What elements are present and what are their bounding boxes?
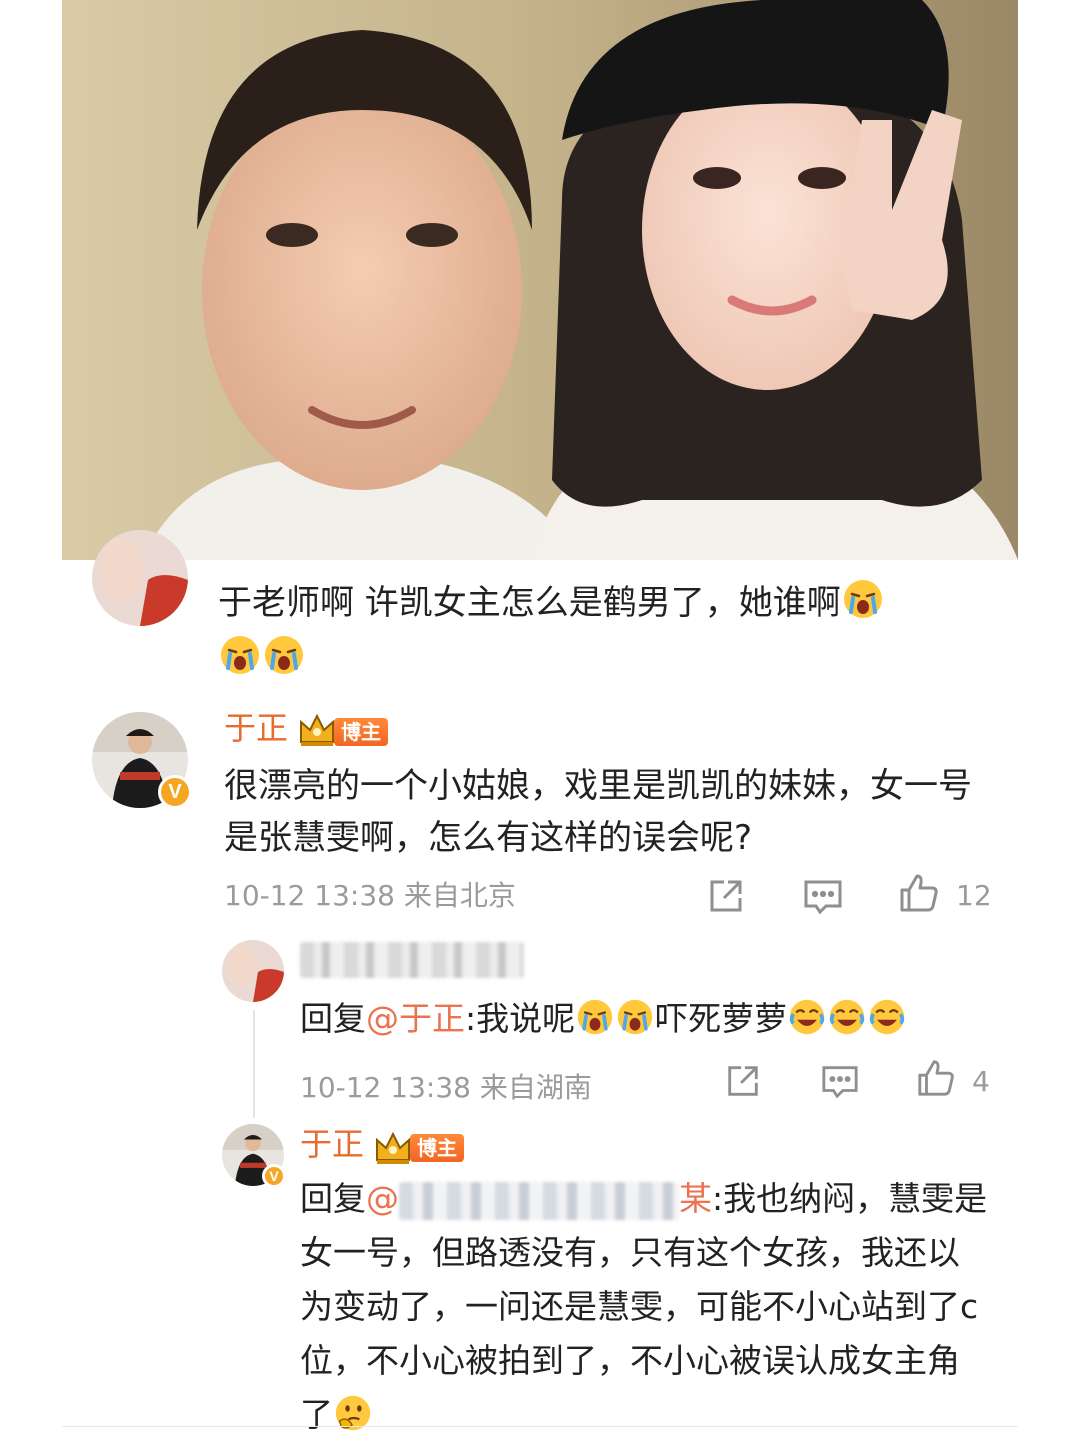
reply-1: 回复@于正:我说呢 吓死萝萝: [300, 995, 1000, 1049]
verified-icon: V: [262, 1164, 286, 1188]
share-icon[interactable]: [724, 1062, 762, 1104]
comment-1: 于老师啊 许凯女主怎么是鹤男了，她谁啊: [218, 578, 978, 690]
thread-line: [253, 1010, 255, 1118]
like-icon[interactable]: [898, 872, 940, 918]
laughing-crying-emoji: [868, 998, 906, 1049]
comment-2-like-count: 12: [956, 879, 992, 912]
blogger-username[interactable]: 于正: [300, 1126, 364, 1162]
mention-link[interactable]: @ 某: [366, 1179, 712, 1220]
reply-1-prefix: 回复: [300, 999, 366, 1038]
blogger-badge: 博主: [334, 718, 388, 746]
reply-1-meta: 10-12 13:38 来自湖南: [300, 1072, 592, 1104]
reply-2: 回复@ 某:我也纳闷，慧雯是女一号，但路透没有，只有这个女孩，我还以为变动了，一问…: [300, 1172, 990, 1435]
crying-emoji: [616, 998, 654, 1049]
reply-1-like-count: 4: [972, 1065, 990, 1098]
reply-1-text-a: :我说呢: [465, 999, 576, 1038]
mention-tail: 某: [679, 1179, 712, 1218]
mention-link[interactable]: @于正: [366, 999, 465, 1038]
crying-emoji: [842, 578, 884, 634]
reply-1-time: 10-12 13:38: [300, 1071, 471, 1104]
thinking-emoji: [334, 1394, 372, 1435]
blogger-username[interactable]: 于正: [224, 710, 288, 746]
verified-icon: V: [158, 775, 192, 809]
crown-icon: [298, 712, 336, 752]
blurred-mention-name: [399, 1181, 679, 1220]
post-photo[interactable]: [62, 0, 1018, 560]
reply-2-prefix: 回复: [300, 1179, 366, 1218]
blogger-badge: 博主: [410, 1134, 464, 1162]
like-icon[interactable]: [916, 1058, 956, 1102]
comment-2-meta: 10-12 13:38 来自北京: [224, 880, 516, 912]
mention-at: @: [366, 1179, 399, 1218]
comment-2-location: 来自北京: [403, 879, 516, 912]
blurred-username: [300, 942, 524, 978]
commenter-avatar[interactable]: [92, 530, 188, 626]
share-icon[interactable]: [706, 876, 746, 920]
comment-2-time: 10-12 13:38: [224, 879, 395, 912]
reply-1-text-b: 吓死萝萝: [655, 999, 788, 1038]
comment-icon[interactable]: [802, 876, 844, 920]
crying-emoji: [263, 634, 305, 690]
comment-2-text: 很漂亮的一个小姑娘，戏里是凯凯的妹妹，女一号是张慧雯啊，怎么有这样的误会呢?: [224, 766, 972, 858]
comment-1-text: 于老师啊 许凯女主怎么是鹤男了，她谁啊: [218, 583, 841, 623]
divider: [62, 1426, 1018, 1427]
laughing-crying-emoji: [788, 998, 826, 1049]
crying-emoji: [576, 998, 614, 1049]
laughing-crying-emoji: [828, 998, 866, 1049]
comment-icon[interactable]: [820, 1062, 860, 1104]
reply-1-location: 来自湖南: [479, 1071, 592, 1104]
replier-avatar[interactable]: [222, 940, 284, 1002]
crying-emoji: [219, 634, 261, 690]
crown-icon: [374, 1130, 412, 1170]
